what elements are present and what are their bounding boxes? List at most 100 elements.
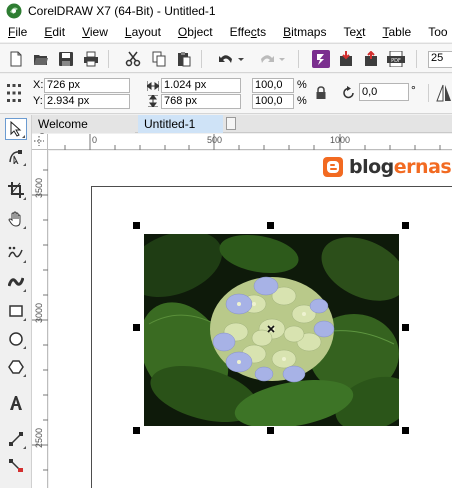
redo-dropdown[interactable]: [277, 49, 287, 69]
redo-button[interactable]: [257, 49, 277, 69]
menu-bar: File Edit View Layout Object Effects Bitmaps Te…: [0, 22, 452, 42]
eyedropper-tool[interactable]: [5, 454, 27, 476]
flyout-indicator: [23, 289, 26, 292]
height-field[interactable]: 768 px: [161, 94, 241, 109]
selection-handle[interactable]: [267, 427, 274, 434]
menu-item-2[interactable]: View: [74, 25, 117, 39]
open-button[interactable]: [31, 49, 51, 69]
selection-handle[interactable]: [133, 427, 140, 434]
menu-label: able: [388, 25, 412, 39]
selection-handle[interactable]: [133, 222, 140, 229]
mirror-horizontal-icon[interactable]: [436, 83, 452, 103]
title-bar: CorelDRAW X7 (64-Bit) - Untitled-1: [0, 0, 452, 22]
menu-item-7[interactable]: Text: [335, 25, 374, 39]
drawing-canvas[interactable]: blog ernas: [49, 151, 452, 488]
lock-ratio-icon[interactable]: [315, 86, 327, 100]
new-tab-icon[interactable]: [226, 117, 236, 130]
scale-x-field[interactable]: 100,0: [252, 78, 294, 93]
percent-label: %: [297, 95, 307, 107]
rectangle-tool[interactable]: [5, 300, 27, 322]
shape-tool[interactable]: [5, 145, 27, 167]
flyout-indicator: [23, 346, 26, 349]
menu-item-3[interactable]: Layout: [117, 25, 170, 39]
scale-y-field[interactable]: 100,0: [252, 94, 294, 109]
menu-item-8[interactable]: Table: [375, 25, 421, 39]
new-document-button[interactable]: [6, 49, 26, 69]
reference-point-icon[interactable]: [6, 82, 22, 104]
percent-label: %: [297, 79, 307, 91]
width-field[interactable]: 1.024 px: [161, 78, 241, 93]
selection-handle[interactable]: [402, 427, 409, 434]
cursor-arrow-icon: [10, 121, 22, 137]
crop-icon: [8, 182, 24, 198]
toolbar-separator: [298, 50, 299, 68]
cut-button[interactable]: [123, 49, 143, 69]
flyout-indicator: [23, 318, 26, 321]
menu-label: ile: [15, 25, 28, 39]
ruler-label: 3000: [34, 302, 44, 323]
rotation-angle-field[interactable]: 0,0: [359, 83, 409, 101]
search-content-button[interactable]: [311, 49, 331, 69]
menu-item-9[interactable]: Too: [420, 25, 452, 39]
menu-item-4[interactable]: Object: [170, 25, 222, 39]
document-tabs: Welcome Screen Untitled-1: [32, 115, 452, 145]
selection-handle[interactable]: [402, 222, 409, 229]
publish-pdf-button[interactable]: PDF: [386, 49, 406, 69]
text-tool[interactable]: [5, 392, 27, 414]
polygon-icon: [8, 360, 24, 374]
window-title: CorelDRAW X7 (64-Bit) - Untitled-1: [28, 4, 216, 18]
chevron-down-icon: [279, 58, 285, 61]
import-button[interactable]: [336, 49, 356, 69]
crop-tool[interactable]: [5, 179, 27, 201]
ellipse-tool[interactable]: [5, 328, 27, 350]
save-button[interactable]: [56, 49, 76, 69]
zoom-level-field[interactable]: 25: [428, 51, 452, 68]
menu-label: t: [362, 25, 366, 39]
undo-dropdown[interactable]: [236, 49, 246, 69]
menu-item-6[interactable]: Bitmaps: [275, 25, 335, 39]
connector-tool[interactable]: [5, 428, 27, 450]
pick-tool[interactable]: [5, 118, 27, 140]
pan-tool[interactable]: [5, 208, 27, 230]
watermark-text-blog: blog: [349, 156, 394, 178]
toolbar-separator: [428, 84, 429, 102]
vertical-ruler[interactable]: 3500 3000 2500: [32, 150, 48, 488]
height-arrow-icon: [148, 95, 158, 107]
tab-untitled-1[interactable]: Untitled-1: [138, 115, 223, 133]
text-icon: [10, 396, 22, 410]
horizontal-ruler[interactable]: 0 500 1000: [48, 134, 452, 150]
menu-label: iew: [89, 25, 108, 39]
polygon-tool[interactable]: [5, 356, 27, 378]
tab-welcome-screen[interactable]: Welcome Screen: [32, 115, 135, 145]
export-button[interactable]: [361, 49, 381, 69]
import-icon: [340, 51, 352, 66]
menu-item-0[interactable]: File: [0, 25, 36, 39]
redo-icon: [261, 55, 274, 63]
y-position-field[interactable]: 2.934 px: [44, 94, 130, 109]
selection-handle[interactable]: [402, 324, 409, 331]
menu-item-5[interactable]: Effects: [222, 25, 275, 39]
artistic-media-tool[interactable]: [5, 271, 27, 293]
ruler-origin[interactable]: [32, 134, 48, 150]
copy-button[interactable]: [149, 49, 169, 69]
chevron-down-icon: [238, 58, 244, 61]
menu-mnemonic: B: [283, 25, 292, 39]
paste-button[interactable]: [174, 49, 194, 69]
flyout-indicator: [23, 260, 26, 263]
ruler-label: 1000: [330, 135, 351, 145]
hand-icon: [8, 211, 21, 227]
artistic-media-icon: [8, 277, 24, 287]
toolbar-separator: [416, 50, 417, 68]
undo-button[interactable]: [216, 49, 236, 69]
selection-handle[interactable]: [133, 324, 140, 331]
print-button[interactable]: [81, 49, 101, 69]
freehand-tool[interactable]: [5, 242, 27, 264]
menu-item-1[interactable]: Edit: [36, 25, 74, 39]
selection-handle[interactable]: [267, 222, 274, 229]
toolbar-separator: [108, 50, 109, 68]
flyout-indicator: [23, 446, 26, 449]
flyout-indicator: [23, 197, 26, 200]
property-bar: X: 726 px Y: 2.934 px 1.024 px 768 px 10…: [0, 74, 452, 114]
x-position-field[interactable]: 726 px: [44, 78, 130, 93]
ruler-label: 0: [92, 135, 98, 145]
